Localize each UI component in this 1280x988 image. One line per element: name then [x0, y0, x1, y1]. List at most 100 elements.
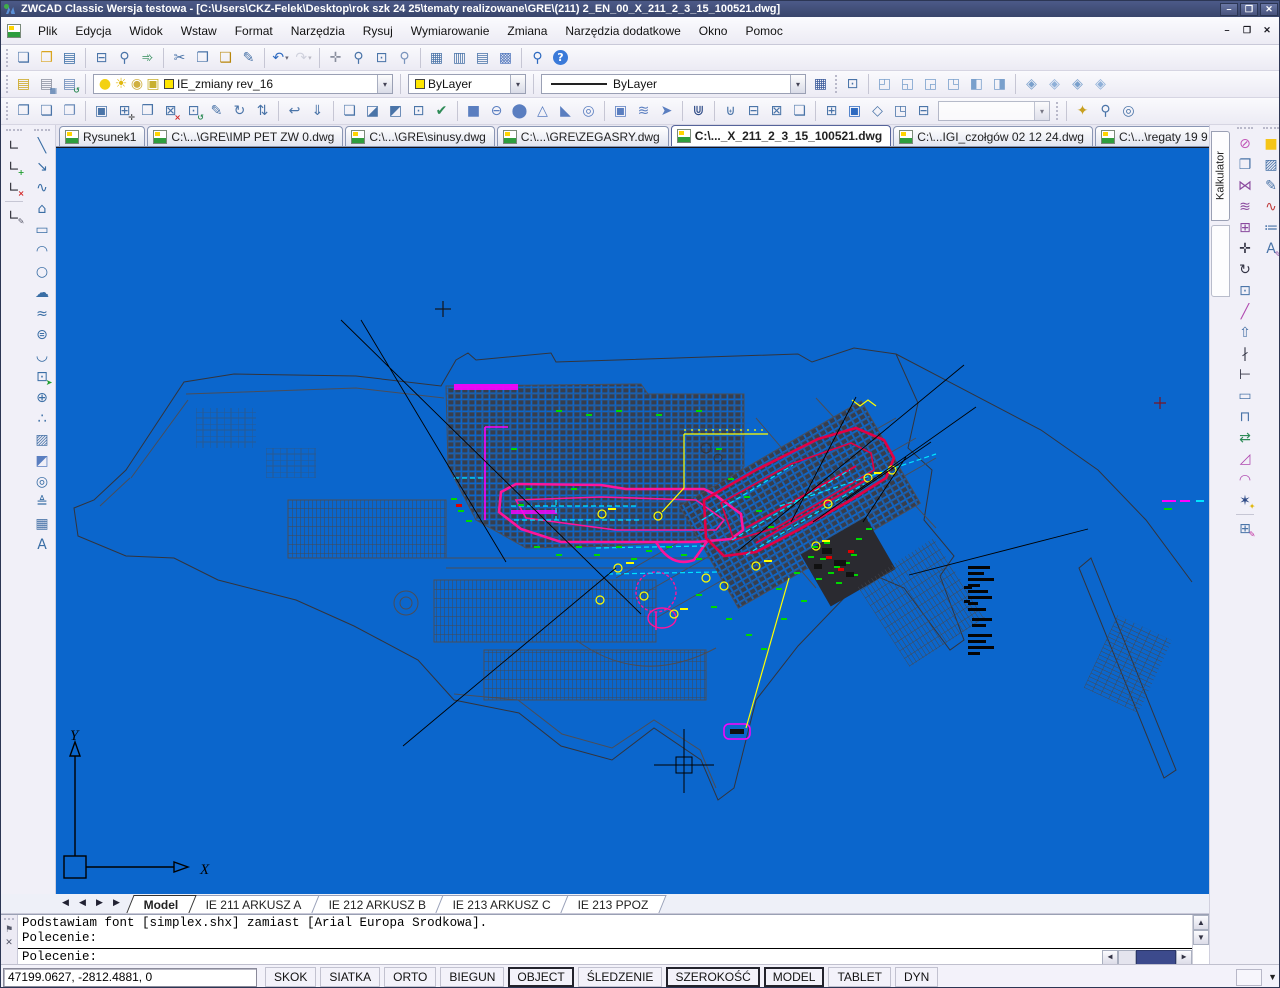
properties-toggle-icon[interactable]: ▦	[810, 74, 831, 95]
revision-cloud-icon[interactable]: ☁	[32, 282, 53, 303]
text-edit-icon[interactable]: A✎	[1261, 238, 1280, 259]
drawing-viewport[interactable]: Y X	[56, 147, 1209, 894]
document-tab[interactable]: C:\...\GRE\ZEGASRY.dwg	[497, 126, 669, 146]
view-ne-iso-icon[interactable]: ◈	[1067, 74, 1088, 95]
sheet-set-manager-icon[interactable]: ▩	[495, 47, 516, 68]
draworder-icon[interactable]: ◪	[362, 101, 383, 122]
tolerance-icon[interactable]: ≜	[32, 492, 53, 513]
mdi-restore-button[interactable]: ❐	[1239, 24, 1255, 37]
menu-rysuj[interactable]: Rysuj	[354, 21, 402, 41]
union-icon[interactable]: ⊎	[720, 101, 741, 122]
view-left-icon[interactable]: ◲	[920, 74, 941, 95]
scroll-right-icon[interactable]: ▶	[1176, 950, 1192, 965]
layout-tab-ie-213-arkusz-c[interactable]: IE 213 ARKUSZ C	[435, 895, 568, 913]
layer-properties-icon[interactable]: ▤	[13, 74, 34, 95]
toolbar-grip[interactable]	[835, 75, 838, 93]
render-icon[interactable]: ◎	[1118, 101, 1139, 122]
view-back-icon[interactable]: ◨	[989, 74, 1010, 95]
xref-sync-icon[interactable]: ⇅	[252, 101, 273, 122]
status-toggle-tablet[interactable]: TABLET	[828, 967, 890, 987]
bring-to-front-icon[interactable]: ◩	[385, 101, 406, 122]
hscroll-track[interactable]	[1118, 950, 1136, 965]
extend-icon[interactable]: ⊢	[1235, 364, 1256, 385]
trim-icon[interactable]: ∤	[1235, 343, 1256, 364]
boundary-icon[interactable]: ⊞✎	[1235, 518, 1256, 539]
toolbar-grip[interactable]	[6, 75, 9, 93]
extrude-icon[interactable]: ▣	[610, 101, 631, 122]
construction-line-icon[interactable]: ↘	[32, 156, 53, 177]
scroll-left-icon[interactable]: ◀	[1102, 950, 1118, 965]
mtext-icon[interactable]: A	[32, 534, 53, 555]
scale-icon[interactable]: ⊡	[1235, 280, 1256, 301]
publish-icon[interactable]: ➾	[137, 47, 158, 68]
layout-tab-model[interactable]: Model	[126, 895, 196, 913]
scroll-up-icon[interactable]: ▲	[1193, 915, 1209, 930]
document-tab-active[interactable]: C:\..._X_211_2_3_15_100521.dwg	[671, 125, 891, 146]
solid-wedge-icon[interactable]: ◣	[555, 101, 576, 122]
cut-icon[interactable]: ✂	[169, 47, 190, 68]
toolbar-grip[interactable]	[1237, 127, 1253, 130]
status-blank-button[interactable]	[1236, 969, 1262, 986]
gradient-icon[interactable]: ◩	[32, 450, 53, 471]
view-bottom-icon[interactable]: ◱	[897, 74, 918, 95]
toolbar-grip[interactable]	[6, 129, 22, 132]
hscroll-thumb[interactable]	[1136, 950, 1176, 965]
close-command-icon[interactable]: ✕	[3, 937, 16, 950]
toolbar-grip[interactable]	[1263, 127, 1279, 130]
single-viewport-icon[interactable]: ▣	[844, 101, 865, 122]
scroll-down-icon[interactable]: ▼	[1193, 930, 1209, 945]
status-toggle-szerokość[interactable]: SZEROKOŚĆ	[666, 967, 759, 987]
view-sw-iso-icon[interactable]: ◈	[1021, 74, 1042, 95]
document-tab[interactable]: C:\...\GRE\IMP PET ZW 0.dwg	[147, 126, 343, 146]
xref-attach-icon[interactable]: ▣	[91, 101, 112, 122]
menu-narzędzia[interactable]: Narzędzia	[282, 21, 354, 41]
mirror-icon[interactable]: ⋈	[1235, 175, 1256, 196]
solid-torus-icon[interactable]: ◎	[578, 101, 599, 122]
view-nw-iso-icon[interactable]: ◈	[1090, 74, 1111, 95]
layer-combo[interactable]: ●☀◉▣ IE_zmiany rev_16 ▾	[93, 74, 393, 94]
offset-icon[interactable]: ≋	[1235, 196, 1256, 217]
polygon-icon[interactable]: ⌂	[32, 198, 53, 219]
xref-clip-icon[interactable]: ✎	[206, 101, 227, 122]
menu-zmiana[interactable]: Zmiana	[498, 21, 556, 41]
layer-lock-icon[interactable]: ◉	[129, 74, 145, 95]
layer-on-icon[interactable]: ●	[97, 74, 113, 95]
polygonal-viewport-icon[interactable]: ◇	[867, 101, 888, 122]
line-icon[interactable]: ╲	[32, 135, 53, 156]
layer-states-icon[interactable]: ▤▦	[36, 74, 57, 95]
layer-plot-icon[interactable]: ▣	[145, 74, 161, 95]
pan-icon[interactable]: ✛	[325, 47, 346, 68]
make-block-icon[interactable]: ⊕	[32, 387, 53, 408]
command-input-line[interactable]: Polecenie: ◀ ▶	[18, 948, 1192, 964]
multiline-edit-icon[interactable]: ≔	[1261, 217, 1280, 238]
status-toggle-śledzenie[interactable]: ŚLEDZENIE	[578, 967, 663, 987]
status-toggle-model[interactable]: MODEL	[764, 967, 825, 987]
viewport-scale-combo[interactable]: ▾	[938, 101, 1050, 121]
menu-widok[interactable]: Widok	[120, 21, 171, 41]
linetype-combo[interactable]: ByLayer ▾	[541, 74, 806, 94]
undo-icon[interactable]: ↶▾	[270, 47, 291, 68]
polyline-icon[interactable]: ∿	[32, 177, 53, 198]
view-right-icon[interactable]: ◳	[943, 74, 964, 95]
print-icon[interactable]: ⊟	[91, 47, 112, 68]
viewport-scale-arrow-icon[interactable]: ▾	[1034, 102, 1049, 120]
layout-prev-icon[interactable]: ◀	[76, 897, 89, 910]
layout-tab-ie-211-arkusz-a[interactable]: IE 211 ARKUSZ A	[188, 895, 319, 913]
copy-nested-icon[interactable]: ❐	[13, 101, 34, 122]
close-button[interactable]: ✕	[1260, 3, 1278, 16]
properties-palette-icon[interactable]: ▦	[426, 47, 447, 68]
wipeout-icon[interactable]: ❏	[339, 101, 360, 122]
rectangle-icon[interactable]: ▭	[32, 219, 53, 240]
copy-object-icon[interactable]: ❐	[1235, 154, 1256, 175]
minimize-button[interactable]: –	[1220, 3, 1238, 16]
move-icon[interactable]: ✛	[1235, 238, 1256, 259]
layout-first-icon[interactable]: ◀	[59, 897, 72, 910]
menu-wymiarowanie[interactable]: Wymiarowanie	[402, 21, 499, 41]
xref-move-icon[interactable]: ⊞✛	[114, 101, 135, 122]
clean-screen-icon[interactable]: ✦	[1072, 101, 1093, 122]
layer-combo-arrow-icon[interactable]: ▾	[377, 75, 392, 93]
spline-icon[interactable]: ≈	[32, 303, 53, 324]
ucs-new-icon[interactable]: ∟+	[4, 156, 25, 177]
copy-icon[interactable]: ❐	[192, 47, 213, 68]
layout-next-icon[interactable]: ▶	[93, 897, 106, 910]
